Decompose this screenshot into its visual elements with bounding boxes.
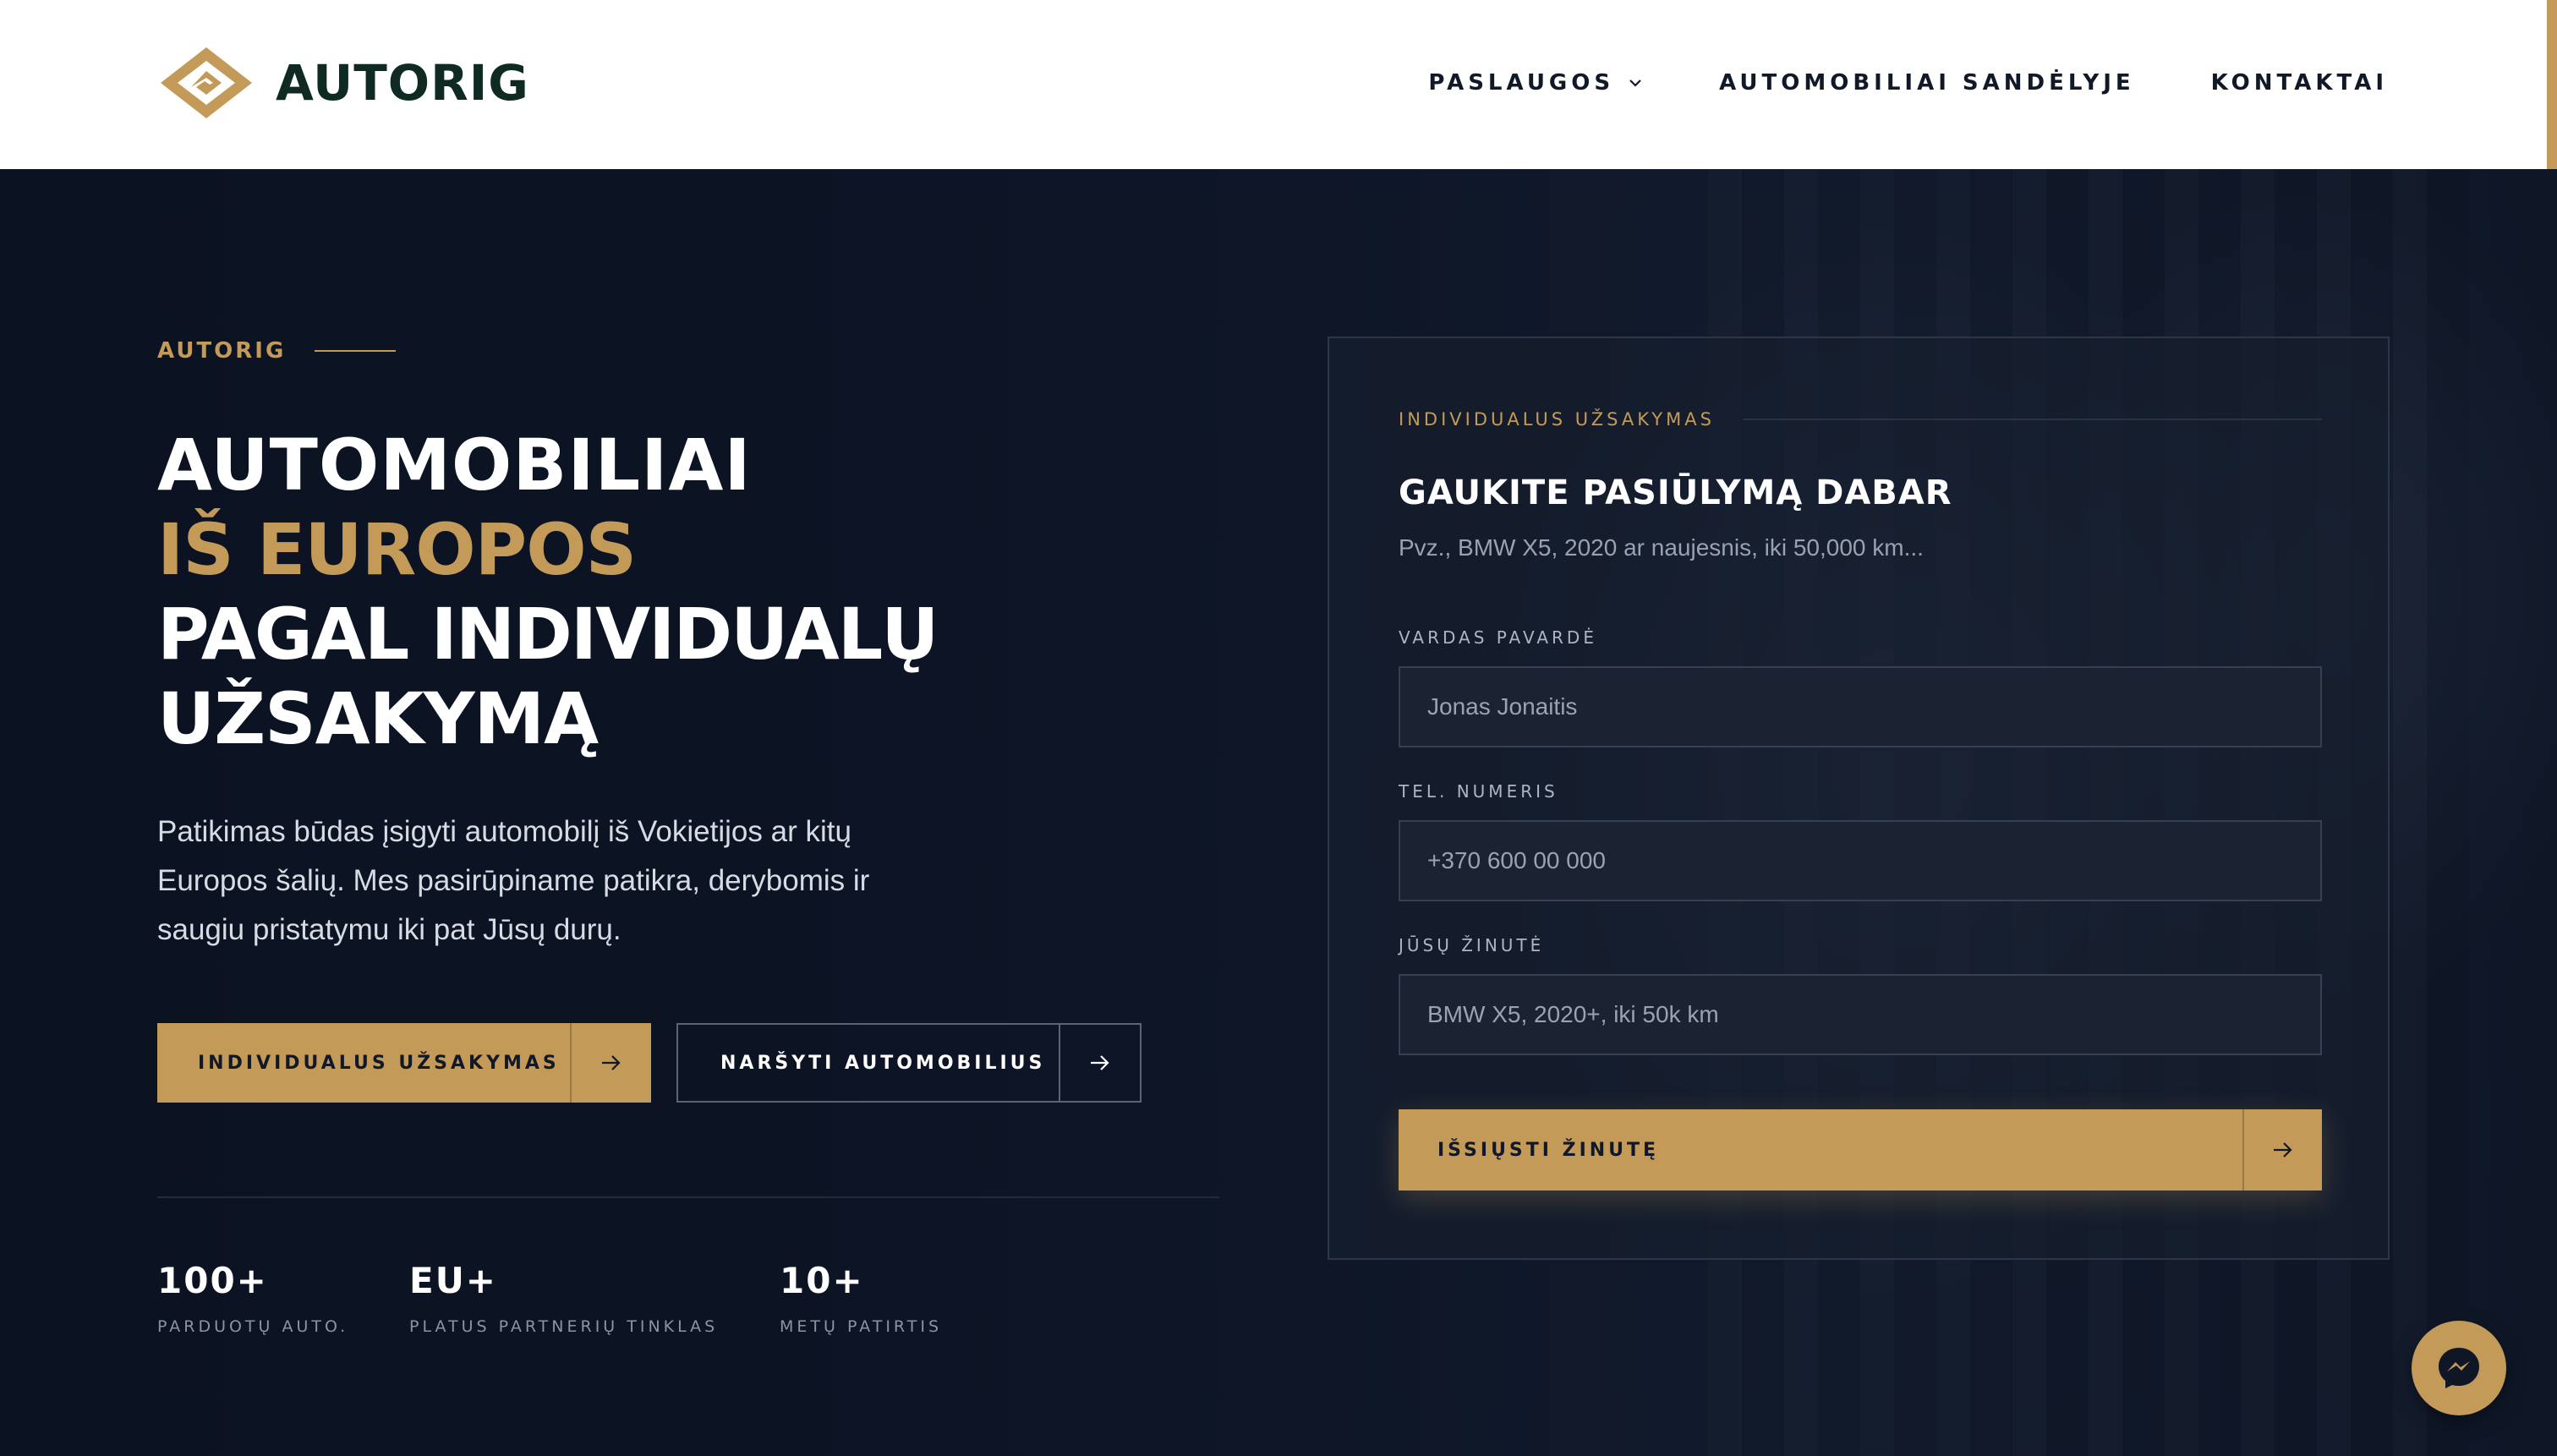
hero-title-line-3: PAGAL INDIVIDUALŲ bbox=[157, 593, 939, 676]
phone-field-label: TEL. NUMERIS bbox=[1399, 781, 1558, 802]
messenger-icon bbox=[2439, 1348, 2479, 1388]
main-nav: PASLAUGOS AUTOMOBILIAI SANDĖLYJE KONTAKT… bbox=[1428, 59, 2388, 107]
nav-item-label: PASLAUGOS bbox=[1428, 70, 1615, 96]
logo[interactable]: AUTORIG bbox=[157, 44, 529, 122]
button-label: IŠSIŲSTI ŽINUTĘ bbox=[1437, 1139, 1660, 1161]
stat-label: PARDUOTŲ AUTO. bbox=[157, 1317, 349, 1336]
nav-item-paslaugos[interactable]: PASLAUGOS bbox=[1428, 70, 1643, 96]
individual-order-button[interactable]: INDIVIDUALUS UŽSAKYMAS bbox=[157, 1023, 651, 1103]
form-eyebrow-divider bbox=[1743, 419, 2322, 420]
form-eyebrow-text: INDIVIDUALUS UŽSAKYMAS bbox=[1399, 409, 1715, 430]
send-message-button[interactable]: IŠSIŲSTI ŽINUTĘ bbox=[1399, 1109, 2322, 1191]
nav-item-automobiliai-sandelyje[interactable]: AUTOMOBILIAI SANDĖLYJE bbox=[1719, 70, 2135, 96]
phone-input[interactable]: +370 600 00 000 bbox=[1399, 820, 2322, 901]
button-label: NARŠYTI AUTOMOBILIUS bbox=[720, 1052, 1046, 1074]
message-input[interactable]: BMW X5, 2020+, iki 50k km bbox=[1399, 974, 2322, 1055]
button-label: INDIVIDUALUS UŽSAKYMAS bbox=[198, 1052, 560, 1074]
nav-item-label: AUTOMOBILIAI SANDĖLYJE bbox=[1719, 70, 2135, 96]
logo-mark-icon bbox=[161, 47, 252, 118]
hero-title-line-1: AUTOMOBILIAI bbox=[157, 424, 752, 506]
chevron-down-icon bbox=[1629, 79, 1641, 87]
stat-label: PLATUS PARTNERIŲ TINKLAS bbox=[409, 1317, 719, 1336]
eyebrow-divider bbox=[315, 350, 397, 352]
stat-value: 10+ bbox=[780, 1260, 864, 1301]
browse-cars-button[interactable]: NARŠYTI AUTOMOBILIUS bbox=[676, 1023, 1142, 1103]
stat-value: EU+ bbox=[409, 1260, 497, 1301]
form-subtitle: Pvz., BMW X5, 2020 ar naujesnis, iki 50,… bbox=[1399, 534, 1924, 561]
arrow-right-icon bbox=[1059, 1024, 1140, 1102]
hero-title-line-4: UŽSAKYMĄ bbox=[157, 677, 599, 760]
arrow-right-icon bbox=[2242, 1109, 2322, 1191]
hero-title-line-2: IŠ EUROPOS bbox=[157, 508, 637, 591]
name-input[interactable]: Jonas Jonaitis bbox=[1399, 666, 2322, 747]
messenger-chat-button[interactable] bbox=[2412, 1321, 2506, 1415]
arrow-right-icon bbox=[570, 1023, 651, 1103]
name-field-label: VARDAS PAVARDĖ bbox=[1399, 627, 1597, 648]
message-field-label: JŪSŲ ŽINUTĖ bbox=[1399, 935, 1545, 955]
stat-value: 100+ bbox=[157, 1260, 268, 1301]
nav-item-kontaktai[interactable]: KONTAKTAI bbox=[2211, 70, 2388, 96]
hero-title: AUTOMOBILIAI IŠ EUROPOS PAGAL INDIVIDUAL… bbox=[157, 423, 939, 761]
stats-divider bbox=[157, 1196, 1219, 1198]
hero-eyebrow: AUTORIG bbox=[157, 338, 397, 364]
hero-lead-text: Patikimas būdas įsigyti automobilį iš Vo… bbox=[157, 815, 870, 946]
form-title: GAUKITE PASIŪLYMĄ DABAR bbox=[1399, 473, 1952, 512]
form-eyebrow: INDIVIDUALUS UŽSAKYMAS bbox=[1399, 409, 2322, 430]
hero-eyebrow-text: AUTORIG bbox=[157, 338, 287, 364]
logo-text: AUTORIG bbox=[276, 54, 529, 112]
offer-form-card: INDIVIDUALUS UŽSAKYMAS GAUKITE PASIŪLYMĄ… bbox=[1328, 337, 2390, 1260]
stat-label: METŲ PATIRTIS bbox=[780, 1317, 943, 1336]
nav-item-label: KONTAKTAI bbox=[2210, 70, 2388, 96]
site-header: AUTORIG PASLAUGOS AUTOMOBILIAI SANDĖLYJE… bbox=[0, 0, 2557, 237]
